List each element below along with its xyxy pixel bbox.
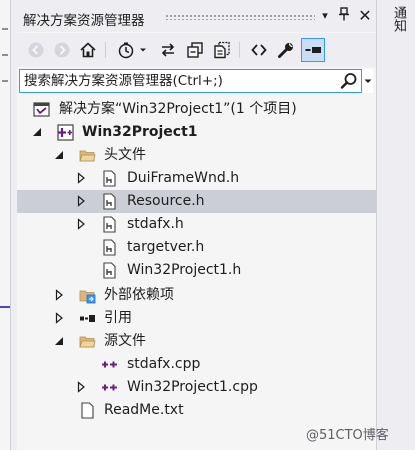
- collapsed-arrow-icon[interactable]: [75, 381, 87, 393]
- tree-item-header-folder[interactable]: 头文件: [17, 144, 376, 167]
- sync-with-active-document-button[interactable]: [156, 38, 180, 62]
- toolbar-separator: [239, 42, 240, 58]
- back-arrow-icon: [28, 42, 44, 58]
- folder-icon: [79, 150, 96, 162]
- search-icon[interactable]: [340, 72, 358, 90]
- header-file-icon: [103, 239, 116, 256]
- drag-grip[interactable]: [165, 14, 315, 20]
- tree-item-label: 解决方案“Win32Project1”(1 个项目): [59, 101, 297, 117]
- tree-item-file[interactable]: stdafx.h: [17, 213, 376, 236]
- show-all-files-button[interactable]: [210, 38, 234, 62]
- tree-item-label: Resource.h: [127, 193, 205, 209]
- collapsed-arrow-icon[interactable]: [75, 195, 87, 207]
- edge-mark: [2, 54, 8, 56]
- edge-accent-line: [0, 306, 10, 308]
- expanded-arrow-icon[interactable]: [53, 149, 65, 161]
- code-brackets-icon: [251, 44, 267, 56]
- close-icon[interactable]: ✕: [356, 7, 374, 25]
- chevron-down-icon: [140, 48, 146, 52]
- tree-item-file[interactable]: ReadMe.txt: [17, 399, 376, 422]
- header-file-icon: [103, 193, 116, 210]
- forward-button[interactable]: [50, 38, 74, 62]
- cpp-project-icon: [57, 124, 74, 141]
- header-file-icon: [103, 216, 116, 233]
- tree-item-label: 源文件: [104, 333, 146, 349]
- tree-item-label: targetver.h: [127, 239, 205, 255]
- right-tab-column: [376, 0, 415, 450]
- panel-toolbar: [17, 33, 376, 67]
- tree-item-label: 头文件: [104, 147, 146, 163]
- collapse-all-button[interactable]: [183, 38, 207, 62]
- preview-icon: [305, 47, 321, 53]
- tree-item-external-dependencies[interactable]: 外部依赖项: [17, 284, 376, 307]
- tree-item-label: Win32Project1: [82, 124, 198, 140]
- collapsed-arrow-icon[interactable]: [53, 312, 65, 324]
- tree-item-label: stdafx.h: [127, 216, 184, 232]
- show-all-files-icon: [214, 41, 230, 59]
- expanded-arrow-icon[interactable]: [53, 335, 65, 347]
- search-box: [19, 69, 373, 93]
- tree-item-label: Win32Project1.h: [127, 262, 242, 278]
- header-file-icon: [103, 262, 116, 279]
- tree-item-references[interactable]: 引用: [17, 307, 376, 330]
- text-file-icon: [81, 402, 94, 419]
- pin-icon[interactable]: [335, 7, 353, 25]
- tree-item-label: stdafx.cpp: [127, 356, 201, 372]
- home-icon: [80, 42, 96, 58]
- cpp-file-icon: [102, 384, 117, 391]
- panel-title: 解决方案资源管理器: [23, 13, 145, 29]
- solution-explorer-panel: 解决方案资源管理器 ▾ ✕ 搜索解决方案资源管理器(Ctrl+;) 解决方案“W…: [17, 0, 376, 450]
- sync-arrows-icon: [161, 43, 175, 57]
- notifications-tab[interactable]: 通知: [387, 6, 406, 32]
- tree-item-file[interactable]: Win32Project1.cpp: [17, 376, 376, 399]
- back-button[interactable]: [24, 38, 48, 62]
- edge-mark: [2, 28, 8, 30]
- tree-item-file[interactable]: Win32Project1.h: [17, 259, 376, 282]
- tree-item-label: DuiFrameWnd.h: [127, 170, 240, 186]
- toolbar-separator: [105, 42, 106, 58]
- preview-selected-items-button[interactable]: [301, 38, 325, 62]
- editor-edge-strip: [0, 0, 11, 450]
- tree-item-project[interactable]: Win32Project1: [17, 121, 376, 144]
- panel-titlebar: 解决方案资源管理器 ▾ ✕: [17, 0, 376, 32]
- forward-arrow-icon: [54, 42, 70, 58]
- external-dependencies-icon: [79, 290, 96, 304]
- solution-icon: [33, 102, 50, 117]
- tree-item-label: 外部依赖项: [104, 287, 174, 303]
- tree-item-file[interactable]: DuiFrameWnd.h: [17, 167, 376, 190]
- clock-icon: [118, 42, 134, 59]
- window-position-dropdown-icon[interactable]: ▾: [316, 7, 334, 25]
- wrench-icon: [278, 43, 293, 58]
- search-options-dropdown[interactable]: [361, 69, 373, 93]
- search-input[interactable]: [24, 72, 334, 90]
- tree-item-file[interactable]: targetver.h: [17, 236, 376, 259]
- tree-item-file[interactable]: stdafx.cpp: [17, 353, 376, 376]
- chevron-down-icon: [364, 79, 371, 83]
- view-code-button[interactable]: [247, 38, 271, 62]
- references-icon: [80, 315, 95, 322]
- edge-mark: [2, 80, 8, 82]
- watermark: @51CTO博客: [306, 428, 389, 443]
- home-button[interactable]: [76, 38, 100, 62]
- tree-item-label: ReadMe.txt: [104, 402, 184, 418]
- tree-item-label: Win32Project1.cpp: [127, 379, 258, 395]
- tree-item-solution[interactable]: 解决方案“Win32Project1”(1 个项目): [17, 98, 376, 121]
- tree-item-label: 引用: [104, 310, 132, 326]
- tree-item-file-selected[interactable]: Resource.h: [17, 190, 376, 213]
- folder-icon: [79, 336, 96, 348]
- expanded-arrow-icon[interactable]: [31, 126, 43, 138]
- collapsed-arrow-icon[interactable]: [75, 218, 87, 230]
- tree-item-source-folder[interactable]: 源文件: [17, 330, 376, 353]
- pending-changes-filter-button[interactable]: [114, 38, 150, 62]
- collapsed-arrow-icon[interactable]: [75, 172, 87, 184]
- header-file-icon: [103, 170, 116, 187]
- properties-button[interactable]: [274, 38, 298, 62]
- collapsed-arrow-icon[interactable]: [53, 289, 65, 301]
- collapse-all-icon: [187, 42, 203, 58]
- cpp-file-icon: [102, 361, 117, 368]
